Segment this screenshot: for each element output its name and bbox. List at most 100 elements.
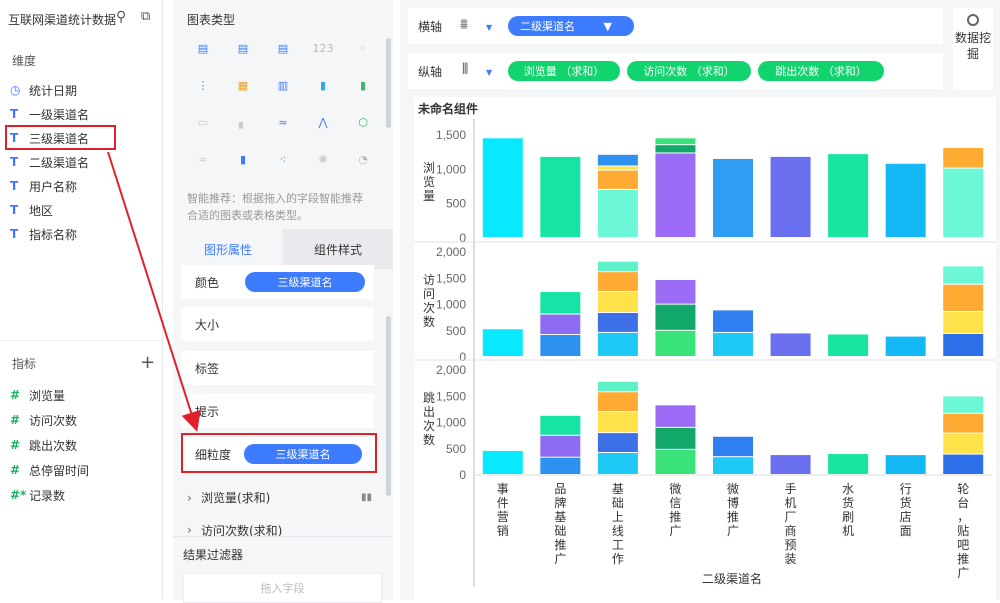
- dimension-item[interactable]: T 指标名称: [10, 224, 77, 244]
- group-table-icon[interactable]: ▤: [271, 38, 295, 58]
- color-field-pill[interactable]: 三级渠道名: [245, 272, 365, 292]
- dimension-item[interactable]: T 地区: [10, 200, 53, 220]
- area-line-icon[interactable]: ⋀: [311, 112, 335, 132]
- y-axis-sort-icon[interactable]: ⫴: [462, 60, 468, 78]
- prop-tip[interactable]: 提示: [181, 394, 374, 428]
- bar-segment: [655, 153, 696, 237]
- metric-item[interactable]: # 浏览量: [10, 385, 65, 405]
- caret-down-icon[interactable]: ▼: [486, 23, 492, 32]
- y-axis-label-char: 次: [423, 419, 435, 433]
- dimension-item[interactable]: T 一级渠道名: [10, 104, 89, 124]
- x-tick-label-char: 机: [842, 524, 854, 538]
- bar-segment: [713, 332, 753, 356]
- prop-tip-label: 提示: [195, 404, 220, 419]
- bar-segment: [597, 154, 638, 166]
- scrollbar[interactable]: [386, 38, 391, 128]
- x-field-label: 二级渠道名: [520, 20, 575, 33]
- colored-bar-icon[interactable]: ▮: [231, 149, 255, 169]
- bar-segment: [943, 396, 984, 413]
- bar-segment: [943, 266, 984, 284]
- pie-icon[interactable]: ◔: [351, 149, 375, 169]
- y-tick-label: 1,000: [436, 162, 466, 176]
- area-icon[interactable]: ≈: [191, 149, 215, 169]
- x-tick-label-char: 事: [497, 482, 509, 496]
- agg-row-visits[interactable]: › 访问次数(求和): [187, 524, 372, 536]
- line-icon[interactable]: ≈: [271, 112, 295, 132]
- bar-icon[interactable]: ▮: [351, 75, 375, 95]
- x-tick-label-char: ，: [957, 510, 969, 524]
- scatter-mini-icon[interactable]: ⁘: [351, 38, 375, 58]
- y-field-pill-bounces[interactable]: 跳出次数 （求和）: [758, 61, 884, 81]
- dimension-label: 地区: [29, 203, 54, 218]
- dimension-item[interactable]: T 二级渠道名: [10, 152, 89, 172]
- x-tick-label-char: 微: [727, 482, 739, 496]
- dimension-item[interactable]: ◷ 统计日期: [10, 80, 77, 100]
- x-tick-label-char: 厂: [785, 510, 797, 524]
- filter-drop-zone[interactable]: 拖入字段: [183, 573, 382, 603]
- search-icon[interactable]: ⚲: [116, 9, 126, 25]
- range-icon[interactable]: ▭: [191, 112, 215, 132]
- radar-icon[interactable]: ⬡: [351, 112, 375, 132]
- chart-widget[interactable]: 未命名组件 1,500 1,000 500 0 浏览量 2,000 1,500 1,000 500…: [414, 97, 996, 600]
- metric-item[interactable]: # 访问次数: [10, 410, 77, 430]
- bar-segment: [540, 314, 581, 334]
- tab-graph-props[interactable]: 图形属性: [173, 229, 283, 269]
- caret-down-icon[interactable]: ▼: [486, 68, 492, 77]
- y-tick-label: 500: [446, 197, 466, 211]
- agg-row-label: 访问次数(求和): [201, 524, 283, 536]
- dimension-item[interactable]: T 用户名称: [10, 176, 77, 196]
- y-axis-bar: 纵轴 ⫴ ▼ 浏览量 （求和） 访问次数 （求和） 跳出次数 （求和）: [408, 53, 943, 89]
- x-axis-sort-icon[interactable]: ⩩: [460, 15, 468, 33]
- dot-column-icon[interactable]: ⋮: [191, 75, 215, 95]
- bar-segment: [943, 147, 984, 168]
- multi-bar-icon[interactable]: ▮: [311, 75, 335, 95]
- filter-icon[interactable]: ▼: [604, 20, 612, 33]
- switch-icon[interactable]: ⧉: [141, 9, 150, 24]
- x-tick-label-char: 广: [957, 566, 969, 580]
- x-tick-label-char: 水: [842, 482, 854, 496]
- scatter-icon[interactable]: ⁖: [271, 149, 295, 169]
- result-filter-title: 结果过滤器: [183, 548, 244, 562]
- highlight-box-granularity: [181, 433, 377, 473]
- tab-component-style[interactable]: 组件样式: [283, 229, 393, 269]
- y-field-pill-pageviews[interactable]: 浏览量 （求和）: [508, 61, 620, 81]
- x-tick-label-char: 广: [554, 552, 566, 566]
- add-metric-icon[interactable]: +: [140, 352, 155, 373]
- x-tick-label-char: 础: [612, 496, 624, 510]
- x-field-pill[interactable]: 二级渠道名 ▼: [508, 16, 634, 36]
- y-tick-label: 2,000: [436, 363, 466, 377]
- stacked-bar-icon[interactable]: ▥: [271, 75, 295, 95]
- y-tick-label: 0: [459, 468, 466, 482]
- prop-color[interactable]: 颜色 三级渠道名: [181, 265, 374, 299]
- y-axis-label: 纵轴: [418, 65, 443, 79]
- detail-table-icon[interactable]: ▤: [231, 38, 255, 58]
- bar-segment: [885, 163, 926, 237]
- bubble-icon[interactable]: ✺: [311, 149, 335, 169]
- x-tick-label-char: 装: [785, 552, 797, 566]
- kpi-icon[interactable]: 123: [311, 38, 335, 58]
- point-icon[interactable]: ▖: [231, 112, 255, 132]
- metric-item[interactable]: #* 记录数: [10, 485, 65, 505]
- metric-item[interactable]: # 总停留时间: [10, 460, 89, 480]
- x-tick-label-char: 线: [612, 524, 624, 538]
- cross-table-icon[interactable]: ▤: [191, 38, 215, 58]
- heatmap-icon[interactable]: ▦: [231, 75, 255, 95]
- y-tick-label: 1,500: [436, 271, 466, 285]
- bar-segment: [655, 449, 696, 474]
- y-field-pill-visits[interactable]: 访问次数 （求和）: [627, 61, 751, 81]
- y-tick-label: 2,000: [436, 245, 466, 259]
- y-tick-label: 1,000: [436, 416, 466, 430]
- divider: [173, 536, 393, 537]
- metric-item[interactable]: # 跳出次数: [10, 435, 77, 455]
- prop-tag-label: 标签: [195, 361, 220, 376]
- scrollbar[interactable]: [386, 316, 391, 496]
- bar-segment: [713, 457, 753, 474]
- agg-row-pageviews[interactable]: › 浏览量(求和) ▮▮: [187, 489, 372, 506]
- x-tick-label-char: 货: [900, 495, 912, 510]
- bar-segment: [943, 284, 984, 311]
- agg-row-label: 浏览量(求和): [201, 491, 271, 505]
- x-tick-label-char: 预: [785, 538, 797, 552]
- prop-tag[interactable]: 标签: [181, 351, 374, 385]
- prop-size[interactable]: 大小: [181, 307, 374, 341]
- data-mining-button[interactable]: 数据挖掘: [953, 8, 993, 90]
